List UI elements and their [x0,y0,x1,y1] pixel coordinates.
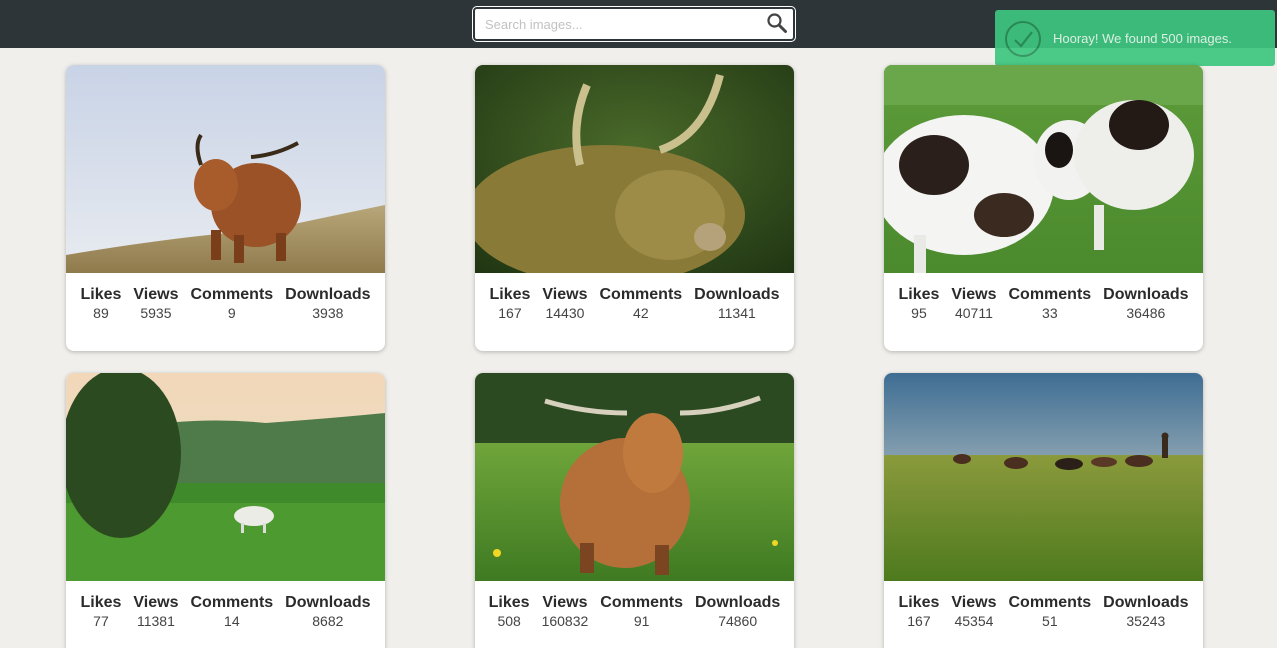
highland-cattle-photo[interactable] [66,65,385,273]
likes-stat: Likes 508 [483,593,536,637]
search-button[interactable] [765,12,789,36]
views-label: Views [133,286,179,303]
downloads-label: Downloads [1103,286,1189,303]
image-card[interactable]: Likes 89 Views 5935 Comments 9 Downloads 393… [66,65,385,351]
comments-stat: Comments 14 [184,593,279,637]
comments-stat: Comments 33 [1002,285,1097,329]
downloads-stat: Downloads 36486 [1097,285,1194,329]
downloads-count: 35243 [1126,613,1166,629]
likes-label: Likes [80,594,122,611]
downloads-stat: Downloads 11341 [688,285,785,329]
search-form [472,6,796,42]
comments-count: 9 [227,305,236,321]
downloads-label: Downloads [285,286,371,303]
likes-stat: Likes 77 [74,593,127,637]
image-stats: Likes 77 Views 11381 Comments 14 Downloads 8… [66,593,385,637]
comments-count: 14 [224,613,240,629]
views-stat: Views 45354 [945,593,1002,637]
comments-stat: Comments 9 [184,285,279,329]
views-label: Views [951,286,997,303]
comments-count: 33 [1042,305,1058,321]
comments-label: Comments [1008,594,1092,611]
success-notification[interactable]: Hooray! We found 500 images. [995,10,1275,66]
image-card[interactable]: Likes 77 Views 11381 Comments 14 Downloads 8… [66,373,385,648]
views-count: 11381 [136,613,175,629]
comments-stat: Comments 51 [1002,593,1097,637]
views-count: 160832 [541,613,589,629]
comments-count: 42 [633,305,649,321]
views-count: 45354 [954,613,994,629]
comments-stat: Comments 42 [593,285,688,329]
views-label: Views [133,594,179,611]
highland-bull-photo[interactable] [475,65,794,273]
likes-label: Likes [488,594,530,611]
likes-stat: Likes 95 [892,285,945,329]
image-stats: Likes 167 Views 14430 Comments 42 Downloads… [475,285,794,329]
cattle-herd-grassland-photo[interactable] [884,373,1203,581]
downloads-count: 8682 [312,613,344,629]
views-stat: Views 40711 [945,285,1002,329]
views-label: Views [542,594,588,611]
image-card[interactable]: Likes 95 Views 40711 Comments 33 Downloads 3… [884,65,1203,351]
search-icon [767,13,787,33]
image-stats: Likes 508 Views 160832 Comments 91 Download… [475,593,794,637]
comments-label: Comments [190,286,274,303]
views-label: Views [951,594,997,611]
likes-label: Likes [898,594,940,611]
views-stat: Views 14430 [536,285,593,329]
notification-message: Hooray! We found 500 images. [1053,31,1232,46]
comments-count: 91 [633,613,650,629]
downloads-count: 11341 [717,305,756,321]
likes-label: Likes [898,286,940,303]
downloads-stat: Downloads 8682 [279,593,376,637]
image-card[interactable]: Likes 508 Views 160832 Comments 91 Download… [475,373,794,648]
comments-count: 51 [1042,613,1058,629]
likes-count: 167 [498,305,522,321]
likes-count: 77 [93,613,109,629]
likes-count: 508 [497,613,521,629]
highland-cow-flowers-photo[interactable] [475,373,794,581]
comments-label: Comments [599,286,683,303]
comments-label: Comments [600,594,683,611]
downloads-label: Downloads [285,594,371,611]
image-stats: Likes 89 Views 5935 Comments 9 Downloads 393… [66,285,385,329]
comments-label: Comments [1008,286,1092,303]
views-label: Views [542,286,588,303]
likes-stat: Likes 167 [892,593,945,637]
image-card[interactable]: Likes 167 Views 14430 Comments 42 Downloads… [475,65,794,351]
image-stats: Likes 167 Views 45354 Comments 51 Downloads… [884,593,1203,637]
downloads-label: Downloads [1103,594,1189,611]
white-cow-meadow-photo[interactable] [66,373,385,581]
downloads-label: Downloads [694,286,780,303]
downloads-stat: Downloads 3938 [279,285,376,329]
likes-count: 89 [93,305,109,321]
likes-label: Likes [80,286,122,303]
likes-count: 95 [911,305,927,321]
views-stat: Views 11381 [127,593,184,637]
views-stat: Views 160832 [536,593,595,637]
image-card[interactable]: Likes 167 Views 45354 Comments 51 Downloads… [884,373,1203,648]
check-circle-icon [1005,21,1041,57]
likes-stat: Likes 167 [483,285,536,329]
image-stats: Likes 95 Views 40711 Comments 33 Downloads 3… [884,285,1203,329]
views-count: 40711 [954,305,993,321]
views-count: 14430 [545,305,585,321]
likes-label: Likes [489,286,531,303]
spotted-cows-photo[interactable] [884,65,1203,273]
downloads-label: Downloads [694,594,781,611]
views-stat: Views 5935 [127,285,184,329]
downloads-stat: Downloads 74860 [689,593,786,637]
downloads-stat: Downloads 35243 [1097,593,1194,637]
views-count: 5935 [140,305,172,321]
likes-stat: Likes 89 [74,285,127,329]
comments-label: Comments [190,594,274,611]
downloads-count: 36486 [1126,305,1166,321]
search-input[interactable] [475,9,760,39]
downloads-count: 3938 [312,305,344,321]
downloads-count: 74860 [718,613,758,629]
comments-stat: Comments 91 [594,593,689,637]
likes-count: 167 [907,613,931,629]
